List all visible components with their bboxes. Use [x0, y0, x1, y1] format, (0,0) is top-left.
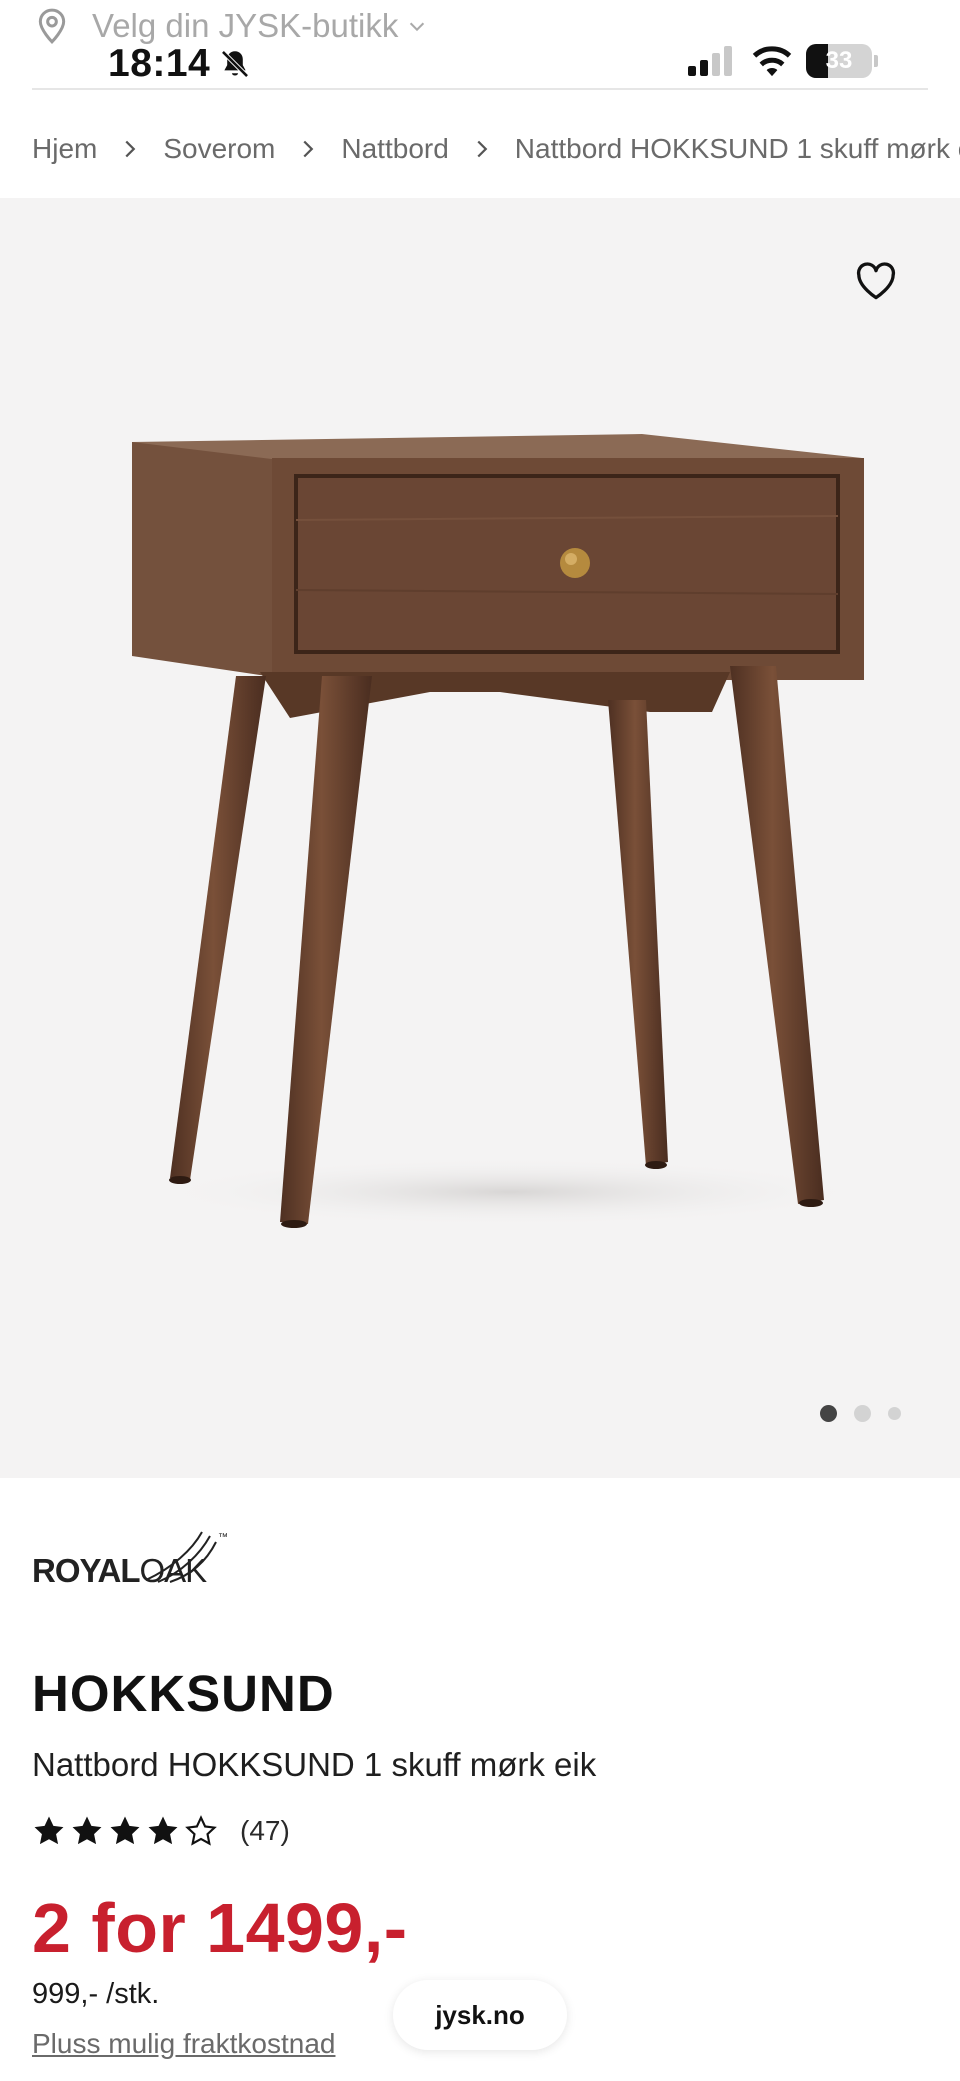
gallery-dot-3[interactable] [888, 1407, 901, 1420]
cellular-signal-icon [684, 46, 732, 76]
product-image-nightstand [132, 434, 870, 1228]
top-bar: Velg din JYSK-butikk 18:14 33 [0, 0, 960, 92]
status-time-text: 18:14 [108, 42, 211, 85]
shipping-cost-link[interactable]: Pluss mulig fraktkostnad [32, 2028, 335, 2060]
trademark-symbol: ™ [218, 1532, 228, 1543]
breadcrumb-home[interactable]: Hjem [32, 133, 97, 165]
breadcrumb-bedroom[interactable]: Soverom [163, 133, 275, 165]
browser-url-pill[interactable]: jysk.no [393, 1980, 567, 2050]
store-selector[interactable]: Velg din JYSK-butikk [32, 6, 428, 46]
star-filled-icon [148, 1816, 178, 1845]
battery-icon: 33 [806, 44, 872, 78]
royal-oak-swoosh-icon: ™ [145, 1531, 228, 1583]
brand-logo[interactable]: ROYALOAK ™ [32, 1528, 232, 1589]
wifi-icon [752, 46, 792, 77]
favorite-button[interactable] [850, 255, 902, 307]
breadcrumb: Hjem Soverom Nattbord Nattbord HOKKSUND … [32, 128, 960, 170]
star-filled-icon [110, 1816, 140, 1845]
store-selector-label: Velg din JYSK-butikk [92, 7, 399, 44]
gallery-dot-1[interactable] [820, 1405, 837, 1422]
gallery-pagination [820, 1405, 918, 1422]
product-description: Nattbord HOKKSUND 1 skuff mørk eik [32, 1746, 597, 1783]
breadcrumb-nightstands[interactable]: Nattbord [341, 133, 448, 165]
product-rating[interactable]: (47) [32, 1814, 290, 1848]
offer-price: 2 for 1499,- [32, 1889, 408, 1967]
star-filled-icon [34, 1816, 64, 1845]
battery-tip [874, 55, 878, 67]
star-filled-icon [72, 1816, 102, 1845]
status-icons: 33 [684, 44, 878, 78]
review-count: (47) [240, 1815, 290, 1846]
chevron-right-icon [125, 140, 136, 158]
product-page: Velg din JYSK-butikk 18:14 33 Hjem Sover… [0, 0, 960, 2081]
chevron-right-icon [303, 140, 314, 158]
location-pin-icon [38, 8, 66, 44]
brand-logo-bold: ROYAL [32, 1552, 140, 1589]
chevron-right-icon [477, 140, 488, 158]
status-time: 18:14 [108, 42, 252, 86]
chevron-down-icon [410, 22, 425, 32]
star-outline-icon [185, 1815, 217, 1846]
breadcrumb-current-product[interactable]: Nattbord HOKKSUND 1 skuff mørk eik [515, 133, 960, 165]
product-name: HOKKSUND [32, 1665, 335, 1722]
bell-slash-icon [221, 50, 249, 78]
gallery-dot-2[interactable] [854, 1405, 871, 1422]
battery-percent: 33 [825, 47, 853, 74]
top-divider [32, 88, 928, 90]
heart-outline-icon [856, 262, 896, 300]
unit-price: 999,- /stk. [32, 1978, 160, 2010]
